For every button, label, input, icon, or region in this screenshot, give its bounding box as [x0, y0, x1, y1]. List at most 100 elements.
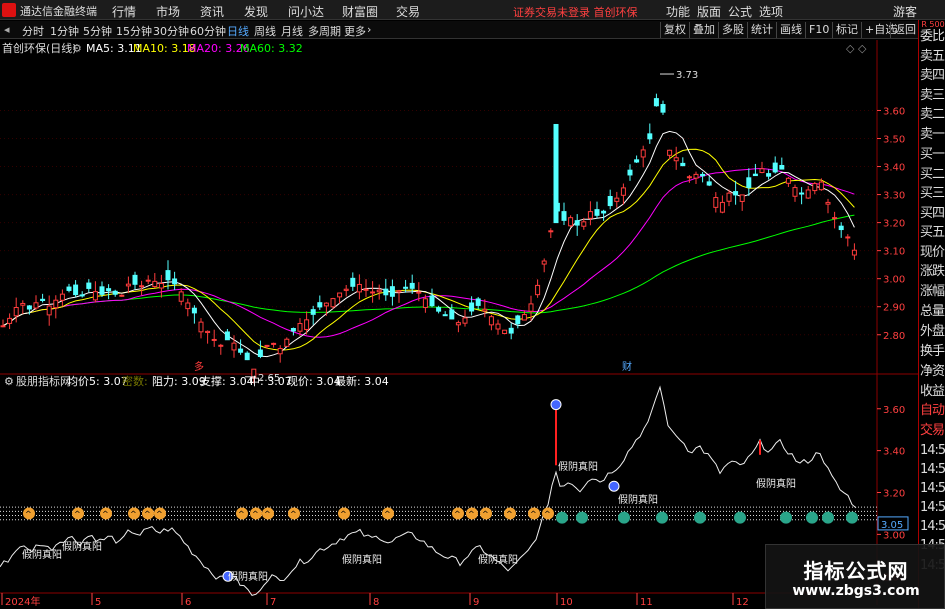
candle-body[interactable]	[647, 133, 653, 140]
side-panel-label[interactable]: 14:56	[920, 441, 945, 461]
candle-body[interactable]	[119, 294, 125, 297]
candle-body[interactable]	[198, 321, 204, 333]
candle-body[interactable]	[211, 338, 217, 341]
candle-body[interactable]	[191, 307, 197, 314]
menu-item-news[interactable]: 资讯	[200, 3, 224, 20]
candle-body[interactable]	[713, 197, 719, 208]
candle-body[interactable]	[7, 317, 13, 324]
tool-mark[interactable]: 标记	[832, 22, 861, 38]
signal-marker-icon[interactable]	[608, 480, 620, 492]
tool-draw[interactable]: 画线	[776, 22, 805, 38]
chevron-right-icon[interactable]: ›	[367, 23, 371, 36]
candle-body[interactable]	[409, 282, 415, 289]
candle-body[interactable]	[779, 164, 785, 170]
indicator-gear-icon[interactable]: ⚙	[4, 375, 14, 388]
tool-multi-stock[interactable]: 多股	[718, 22, 747, 38]
candle-body[interactable]	[297, 323, 303, 332]
candle-body[interactable]	[805, 189, 811, 199]
candle-body[interactable]	[719, 201, 725, 213]
candle-body[interactable]	[99, 286, 105, 295]
candle-body[interactable]	[271, 342, 277, 345]
candle-body[interactable]	[528, 303, 534, 312]
candle-body[interactable]	[172, 278, 178, 285]
candle-body[interactable]	[634, 159, 640, 163]
candle-body[interactable]	[429, 295, 435, 307]
candle-body[interactable]	[106, 288, 112, 292]
candle-body[interactable]	[700, 173, 706, 177]
menu-item-wealth-circle[interactable]: 财富圈	[342, 3, 378, 20]
candle-body[interactable]	[422, 298, 428, 309]
candle-body[interactable]	[205, 330, 211, 334]
candle-body[interactable]	[614, 197, 620, 202]
candle-body[interactable]	[350, 277, 356, 287]
candle-body[interactable]	[462, 317, 468, 324]
period-weekly[interactable]: 周线	[254, 23, 276, 39]
candle-body[interactable]	[0, 325, 6, 328]
candle-body[interactable]	[132, 274, 138, 285]
sell-signal-icon[interactable]	[576, 511, 588, 524]
candle-body[interactable]	[502, 329, 508, 335]
candle-body[interactable]	[581, 221, 587, 227]
candle-body[interactable]	[553, 123, 559, 224]
menu-item-guest[interactable]: 游客	[893, 3, 917, 20]
candle-body[interactable]	[264, 344, 270, 347]
candle-body[interactable]	[152, 280, 158, 288]
candle-body[interactable]	[112, 290, 118, 295]
candle-body[interactable]	[766, 173, 772, 177]
menu-item-options[interactable]: 选项	[759, 3, 783, 20]
candle-body[interactable]	[673, 157, 679, 162]
menu-item-function[interactable]: 功能	[666, 3, 690, 20]
candle-body[interactable]	[125, 283, 131, 287]
candle-body[interactable]	[79, 294, 85, 297]
candle-body[interactable]	[290, 328, 296, 332]
menu-item-formula[interactable]: 公式	[728, 3, 752, 20]
sell-signal-icon[interactable]	[806, 511, 818, 524]
candle-body[interactable]	[238, 348, 244, 353]
candle-body[interactable]	[46, 305, 52, 316]
candle-body[interactable]	[277, 347, 283, 355]
candle-body[interactable]	[812, 183, 818, 192]
sell-signal-icon[interactable]	[694, 511, 706, 524]
period-more[interactable]: 更多	[344, 23, 366, 39]
candle-body[interactable]	[752, 173, 758, 177]
candle-body[interactable]	[832, 217, 838, 220]
chart-area[interactable]: 3.732.65多财 ^ ^ ^ ^ ^ ^ ^ ^ ^ ^ ^ ^ ^ ^ ^ ^ ^ ^假阴真阳假阴真阳假阴真…	[0, 40, 918, 609]
tool-back[interactable]: 返回	[890, 22, 919, 38]
candle-body[interactable]	[389, 286, 395, 297]
candle-body[interactable]	[26, 305, 32, 310]
candle-body[interactable]	[607, 196, 613, 207]
candle-body[interactable]	[515, 315, 521, 325]
settings-gear-icon[interactable]: ⚙	[72, 42, 82, 55]
candle-body[interactable]	[363, 288, 369, 291]
candle-body[interactable]	[733, 191, 739, 196]
menu-item-layout[interactable]: 版面	[697, 3, 721, 20]
side-panel-label[interactable]: 14:56	[920, 460, 945, 480]
sell-signal-icon[interactable]	[656, 511, 668, 524]
candle-body[interactable]	[13, 306, 19, 317]
candle-body[interactable]	[825, 201, 831, 205]
candle-body[interactable]	[165, 270, 171, 281]
candle-body[interactable]	[86, 282, 92, 289]
candle-body[interactable]	[568, 217, 574, 227]
candle-body[interactable]	[92, 291, 98, 301]
tool-adjust[interactable]: 复权	[660, 22, 689, 38]
candle-body[interactable]	[535, 284, 541, 296]
candle-body[interactable]	[59, 293, 65, 301]
candle-body[interactable]	[785, 177, 791, 184]
candle-body[interactable]	[317, 302, 323, 308]
candle-body[interactable]	[845, 236, 851, 239]
panel-diamond-icons[interactable]: ◇ ◇	[846, 42, 867, 55]
candle-body[interactable]	[541, 260, 547, 265]
candle-body[interactable]	[508, 327, 514, 334]
candle-body[interactable]	[449, 309, 455, 320]
candle-body[interactable]	[594, 209, 600, 216]
sell-signal-icon[interactable]	[846, 511, 858, 524]
candle-body[interactable]	[343, 288, 349, 291]
candle-body[interactable]	[356, 283, 362, 293]
candle-body[interactable]	[383, 288, 389, 296]
period-monthly[interactable]: 月线	[281, 23, 303, 39]
candle-body[interactable]	[323, 302, 329, 307]
candle-body[interactable]	[455, 322, 461, 326]
trade-login-warning[interactable]: 证券交易未登录 首创环保	[513, 4, 638, 20]
tool-overlay[interactable]: 叠加	[689, 22, 718, 38]
